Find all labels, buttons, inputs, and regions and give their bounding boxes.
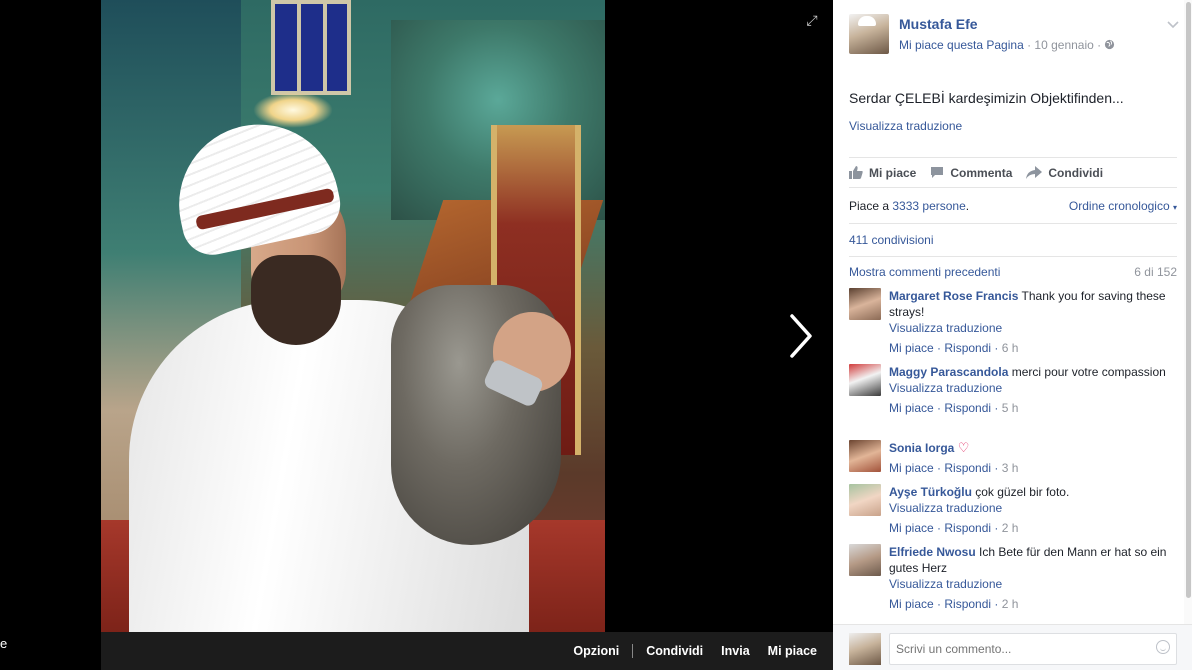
comment-time[interactable]: 5 h	[1002, 401, 1019, 415]
comments-count: 6 di 152	[1134, 265, 1177, 279]
likes-summary: Piace a 3333 persone. Ordine cronologico…	[849, 199, 1177, 213]
comment-like-link[interactable]: Mi piace	[889, 341, 934, 355]
divider	[849, 256, 1177, 257]
comment-like-link[interactable]: Mi piace	[889, 597, 934, 611]
post-panel: Mustafa Efe Mi piace questa Pagina · 10 …	[833, 0, 1192, 670]
edge-text: e	[0, 636, 8, 651]
likers-link[interactable]: 3333 persone	[892, 199, 965, 213]
photo-beard	[251, 255, 341, 345]
share-photo-button[interactable]: Condividi	[646, 644, 703, 658]
commenter-avatar[interactable]	[849, 440, 881, 472]
globe-icon	[1105, 39, 1115, 50]
comment-input[interactable]	[889, 633, 1177, 665]
share-icon	[1026, 166, 1043, 179]
comment-like-link[interactable]: Mi piace	[889, 401, 934, 415]
commenter-name[interactable]: Sonia Iorga	[889, 441, 954, 455]
comment-time[interactable]: 6 h	[1002, 341, 1019, 355]
next-photo-button[interactable]	[784, 310, 816, 362]
chevron-right-icon	[790, 314, 812, 358]
chevron-down-icon[interactable]	[1167, 18, 1179, 32]
commenter-name[interactable]: Margaret Rose Francis	[889, 289, 1018, 303]
comment-time[interactable]: 2 h	[1002, 521, 1019, 535]
comment-composer	[833, 624, 1192, 670]
emoji-icon[interactable]	[1156, 640, 1170, 654]
author-name[interactable]: Mustafa Efe	[899, 16, 978, 32]
comment-reply-link[interactable]: Rispondi	[944, 597, 991, 611]
share-button[interactable]: Condividi	[1026, 166, 1103, 180]
post-meta: Mi piace questa Pagina · 10 gennaio ·	[899, 38, 1115, 52]
comment-icon	[931, 167, 944, 178]
see-translation-link[interactable]: Visualizza traduzione	[889, 576, 1171, 592]
scrollbar-thumb[interactable]	[1186, 2, 1191, 598]
comment-reply-link[interactable]: Rispondi	[944, 461, 991, 475]
photo-window	[271, 0, 351, 95]
send-button[interactable]: Invia	[721, 644, 750, 658]
comment-text: merci pour votre compassion	[1011, 365, 1166, 379]
thumbs-up-icon	[849, 166, 863, 179]
like-button[interactable]: Mi piace	[849, 166, 916, 180]
commenter-name[interactable]: Ayşe Türkoğlu	[889, 485, 972, 499]
like-page-link[interactable]: Mi piace questa Pagina	[899, 38, 1024, 52]
comment-like-link[interactable]: Mi piace	[889, 461, 934, 475]
photo-viewer: ⤢ e Opzioni Condividi Invia Mi piace	[0, 0, 833, 670]
commenter-avatar[interactable]	[849, 288, 881, 320]
commenter-name[interactable]: Maggy Parascandola	[889, 365, 1008, 379]
like-photo-button[interactable]: Mi piace	[768, 644, 817, 658]
comment-reply-link[interactable]: Rispondi	[944, 341, 991, 355]
commenter-avatar[interactable]	[849, 544, 881, 576]
comment-time[interactable]: 2 h	[1002, 597, 1019, 611]
comment-like-link[interactable]: Mi piace	[889, 521, 934, 535]
see-translation-link[interactable]: Visualizza traduzione	[889, 380, 1171, 396]
heart-icon: ♡	[957, 440, 970, 455]
author-avatar[interactable]	[849, 14, 889, 54]
comment-reply-link[interactable]: Rispondi	[944, 401, 991, 415]
post-date[interactable]: 10 gennaio	[1034, 38, 1093, 52]
comment-text: çok güzel bir foto.	[975, 485, 1070, 499]
comment-order-dropdown[interactable]: Ordine cronologico ▾	[1069, 199, 1177, 213]
comment-reply-link[interactable]: Rispondi	[944, 521, 991, 535]
divider	[849, 223, 1177, 224]
see-translation-link[interactable]: Visualizza traduzione	[889, 500, 1171, 516]
divider	[632, 644, 634, 658]
comment-time[interactable]: 3 h	[1002, 461, 1019, 475]
see-translation-link[interactable]: Visualizza traduzione	[889, 320, 1171, 336]
commenter-avatar[interactable]	[849, 484, 881, 516]
post-text: Serdar ÇELEBİ kardeşimizin Objektifinden…	[849, 90, 1124, 106]
options-button[interactable]: Opzioni	[573, 644, 619, 658]
commenter-avatar[interactable]	[849, 364, 881, 396]
photo-chandelier	[253, 92, 333, 128]
current-user-avatar	[849, 633, 881, 665]
comment-button[interactable]: Commenta	[930, 166, 1012, 180]
scrollbar[interactable]	[1184, 0, 1192, 632]
fullscreen-icon[interactable]: ⤢	[804, 12, 820, 28]
post-actions: Mi piace Commenta Condividi	[849, 157, 1177, 188]
see-translation-link[interactable]: Visualizza traduzione	[849, 119, 962, 133]
show-previous-comments-link[interactable]: Mostra commenti precedenti	[849, 265, 1000, 279]
post-header: Mustafa Efe Mi piace questa Pagina · 10 …	[849, 14, 1179, 54]
previous-comments: Mostra commenti precedenti 6 di 152	[849, 265, 1177, 279]
commenter-name[interactable]: Elfriede Nwosu	[889, 545, 976, 559]
photo[interactable]	[101, 0, 605, 632]
photo-action-bar: Opzioni Condividi Invia Mi piace	[101, 632, 833, 670]
shares-link[interactable]: 411 condivisioni	[849, 233, 934, 247]
